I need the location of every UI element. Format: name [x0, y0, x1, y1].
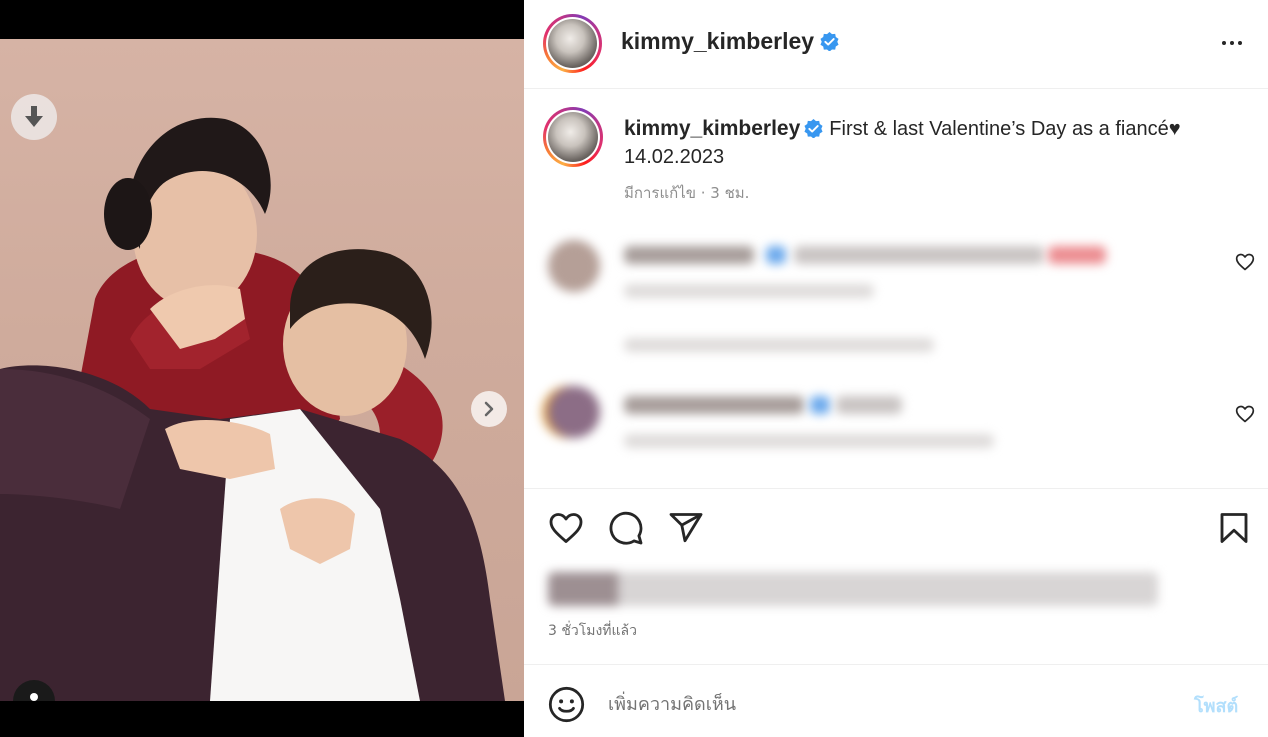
bookmark-icon[interactable]: [1216, 510, 1252, 546]
verified-badge-icon: [804, 119, 823, 138]
share-icon[interactable]: [668, 510, 704, 546]
post-caption: kimmy_kimberley First & last Valentine’s…: [624, 115, 1224, 171]
more-options-button[interactable]: [1217, 30, 1247, 56]
avatar-image: [548, 19, 597, 68]
comment-composer: โพสต์: [524, 664, 1268, 737]
comment-item: [548, 384, 1228, 464]
more-options-icon-dot: [1230, 41, 1234, 45]
comment-input[interactable]: [608, 683, 1168, 725]
comment-item: [548, 238, 1228, 378]
verified-badge-icon: [820, 32, 839, 51]
caption-date: 14.02.2023: [624, 146, 725, 168]
post-header: kimmy_kimberley: [524, 0, 1268, 89]
post-timestamp[interactable]: 3 ชั่วโมงที่แล้ว: [548, 620, 637, 642]
avatar[interactable]: [543, 14, 602, 73]
username-link[interactable]: kimmy_kimberley: [621, 28, 814, 55]
comment-avatar[interactable]: [548, 386, 600, 438]
comment-meta-redacted: [624, 434, 994, 448]
comment-author-redacted: [624, 246, 754, 264]
comment-emoji-redacted: [1048, 246, 1106, 264]
avatar-image: [548, 112, 598, 162]
comment-icon[interactable]: [608, 510, 644, 546]
download-icon: [25, 106, 43, 127]
comment-author-redacted: [624, 396, 804, 414]
post-media-pane: [0, 0, 524, 737]
heart-icon[interactable]: [548, 510, 584, 546]
more-options-icon-dot: [1238, 41, 1242, 45]
comment-badge-redacted: [766, 246, 786, 264]
caption-avatar[interactable]: [543, 107, 603, 167]
caption-username-link[interactable]: kimmy_kimberley: [624, 117, 800, 140]
comment-avatar[interactable]: [548, 240, 600, 292]
person-tag-icon: [30, 693, 38, 701]
comment-like-button[interactable]: [1235, 252, 1255, 272]
comment-text-redacted: [794, 246, 1044, 264]
comment-badge-redacted: [810, 396, 830, 414]
carousel-next-button[interactable]: [471, 391, 507, 427]
chevron-right-icon: [484, 401, 494, 417]
likes-summary-redacted[interactable]: [548, 572, 1158, 606]
caption-meta: มีการแก้ไข · 3 ชม.: [624, 184, 750, 202]
post-details-pane: kimmy_kimberley kimmy_kimberley First & …: [524, 0, 1268, 737]
post-actions: 3 ชั่วโมงที่แล้ว: [524, 488, 1268, 664]
view-replies-redacted[interactable]: [624, 338, 934, 352]
emoji-icon[interactable]: [548, 686, 585, 723]
post-comment-button[interactable]: โพสต์: [1194, 691, 1238, 720]
post-photo[interactable]: [0, 39, 524, 701]
photo-illustration: [0, 117, 505, 701]
more-options-icon: [1222, 41, 1226, 45]
caption-text: First & last Valentine’s Day as a fiancé…: [829, 118, 1181, 140]
comment-meta-redacted: [624, 284, 874, 298]
header-username-row: kimmy_kimberley: [621, 28, 839, 55]
comment-text-redacted: [836, 396, 902, 414]
download-button[interactable]: [11, 94, 57, 140]
comment-like-button[interactable]: [1235, 404, 1255, 424]
